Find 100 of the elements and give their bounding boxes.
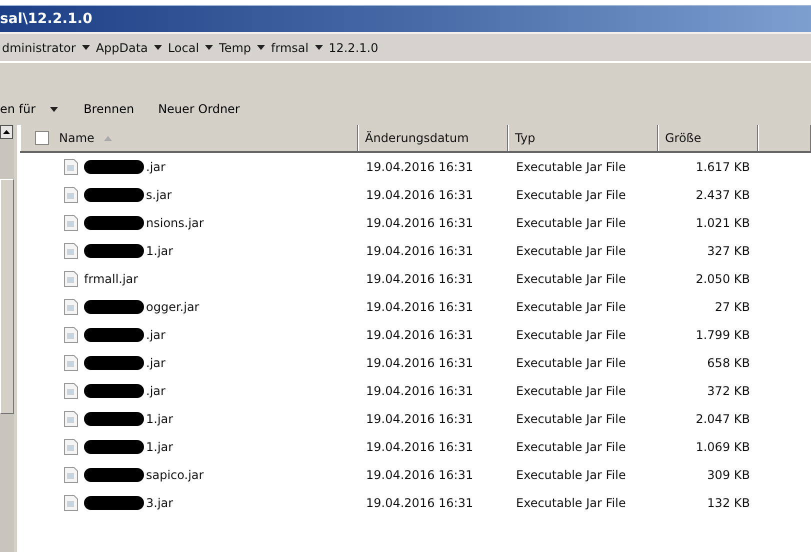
file-name[interactable]: nsions.jar <box>146 216 204 230</box>
caret-icon[interactable] <box>82 45 90 50</box>
table-cell-text: 27 KB <box>714 300 751 314</box>
column-header[interactable]: Typ <box>508 125 658 151</box>
table-cell-text: Executable Jar File <box>515 300 627 314</box>
table-cell-text: 1.021 KB <box>694 216 751 230</box>
file-name[interactable]: .jar <box>146 384 166 398</box>
caret-icon[interactable] <box>50 106 58 112</box>
table-cell-text: 19.04.2016 16:31 <box>365 496 474 510</box>
table-cell-text: 19.04.2016 16:31 <box>365 216 474 230</box>
table-cell-text: 19.04.2016 16:31 <box>365 188 474 202</box>
table-cell-text: 19.04.2016 16:31 <box>365 160 474 174</box>
breadcrumb-item[interactable]: AppData <box>96 40 148 54</box>
file-icon <box>64 243 78 259</box>
file-icon <box>64 411 78 427</box>
scroll-thumb[interactable] <box>0 179 14 414</box>
caret-icon[interactable] <box>314 45 323 50</box>
breadcrumb-item[interactable]: 12.2.1.0 <box>328 40 378 54</box>
file-icon <box>64 495 78 511</box>
redaction-mark <box>84 188 144 202</box>
file-icon <box>64 439 78 455</box>
table-cell-text: Executable Jar File <box>515 188 627 202</box>
breadcrumb-item[interactable]: dministrator <box>2 40 76 54</box>
table-cell-text: 19.04.2016 16:31 <box>365 468 474 482</box>
file-name[interactable]: s.jar <box>146 188 172 202</box>
table-cell-text: 19.04.2016 16:31 <box>365 440 474 454</box>
table-cell-text: 19.04.2016 16:31 <box>365 272 474 286</box>
table-cell-text: 309 KB <box>706 468 751 482</box>
table-cell-text: 1.617 KB <box>694 160 751 174</box>
file-icon <box>64 327 78 343</box>
redaction-mark <box>84 356 144 370</box>
table-cell-text: Executable Jar File <box>515 468 627 482</box>
scroll-up-icon[interactable] <box>0 125 13 139</box>
redaction-mark <box>84 328 144 342</box>
table-cell-text: Executable Jar File <box>515 216 627 230</box>
table-cell-text: 1.799 KB <box>694 328 751 342</box>
header-filler <box>758 125 811 151</box>
table-cell-text: 658 KB <box>706 356 751 370</box>
table-cell-text: Executable Jar File <box>515 356 627 370</box>
table-cell-text: Executable Jar File <box>515 272 627 286</box>
table-cell-text: Executable Jar File <box>515 412 627 426</box>
table-cell-text: 19.04.2016 16:31 <box>365 356 474 370</box>
breadcrumb-item[interactable]: Temp <box>219 40 252 54</box>
file-name[interactable]: frmall.jar <box>84 272 138 286</box>
toolbar-button[interactable]: en für <box>0 102 72 116</box>
breadcrumb-item[interactable]: frmsal <box>271 40 309 54</box>
redaction-mark <box>84 300 144 314</box>
file-name[interactable]: 3.jar <box>146 496 174 510</box>
file-name[interactable]: 1.jar <box>146 244 174 258</box>
file-name[interactable]: 1.jar <box>146 440 174 454</box>
column-header[interactable]: Größe <box>658 125 758 151</box>
redaction-mark <box>84 244 144 258</box>
redaction-mark <box>84 412 144 426</box>
column-label[interactable]: Name <box>59 131 94 145</box>
file-icon <box>64 159 78 175</box>
table-cell-text: Executable Jar File <box>515 384 627 398</box>
file-name[interactable]: .jar <box>146 356 166 370</box>
table-cell-text: 2.050 KB <box>694 272 751 286</box>
redaction-mark <box>84 384 144 398</box>
redaction-mark <box>84 160 144 174</box>
table-cell-text: 327 KB <box>706 244 751 258</box>
toolbar-button[interactable]: Brennen <box>72 102 146 116</box>
redaction-mark <box>84 496 144 510</box>
table-cell-text: 19.04.2016 16:31 <box>365 244 474 258</box>
table-cell-text: Executable Jar File <box>515 440 627 454</box>
table-cell-text: 19.04.2016 16:31 <box>365 328 474 342</box>
file-icon <box>64 299 78 315</box>
window-title: sal\12.2.1.0 <box>0 11 92 27</box>
table-cell-text: 1.069 KB <box>694 440 751 454</box>
file-name[interactable]: .jar <box>146 328 166 342</box>
table-cell-text: 2.437 KB <box>694 188 751 202</box>
file-name[interactable]: sapico.jar <box>146 468 204 482</box>
toolbar-button[interactable]: Neuer Ordner <box>146 102 252 116</box>
file-name[interactable]: .jar <box>146 160 166 174</box>
checkbox[interactable] <box>35 131 49 145</box>
file-icon <box>64 467 78 483</box>
file-icon <box>64 355 78 371</box>
file-icon <box>64 271 78 287</box>
sort-icon <box>104 136 112 140</box>
scrollbar[interactable] <box>0 125 14 552</box>
table-cell-text: Executable Jar File <box>515 328 627 342</box>
column-header[interactable]: Änderungsdatum <box>358 125 508 151</box>
column-header[interactable]: Name <box>20 125 358 151</box>
breadcrumb-item[interactable]: Local <box>168 40 200 54</box>
file-name[interactable]: 1.jar <box>146 412 174 426</box>
table-cell-text: 372 KB <box>706 384 751 398</box>
redaction-mark <box>84 440 144 454</box>
table-cell-text: 132 KB <box>706 496 751 510</box>
table-cell-text: 19.04.2016 16:31 <box>365 300 474 314</box>
caret-icon[interactable] <box>154 45 162 50</box>
table-cell-text: Executable Jar File <box>515 244 627 258</box>
file-icon <box>64 215 78 231</box>
address-bar[interactable]: dministrator AppData Local Temp frmsal 12.2.1.0 <box>0 32 811 63</box>
file-name[interactable]: ogger.jar <box>146 300 200 314</box>
caret-icon[interactable] <box>257 45 266 50</box>
caret-icon[interactable] <box>205 45 214 50</box>
table-cell-text: Executable Jar File <box>515 160 627 174</box>
table-cell-text: 19.04.2016 16:31 <box>365 384 474 398</box>
file-icon <box>64 383 78 399</box>
table-cell-text: 2.047 KB <box>694 412 751 426</box>
